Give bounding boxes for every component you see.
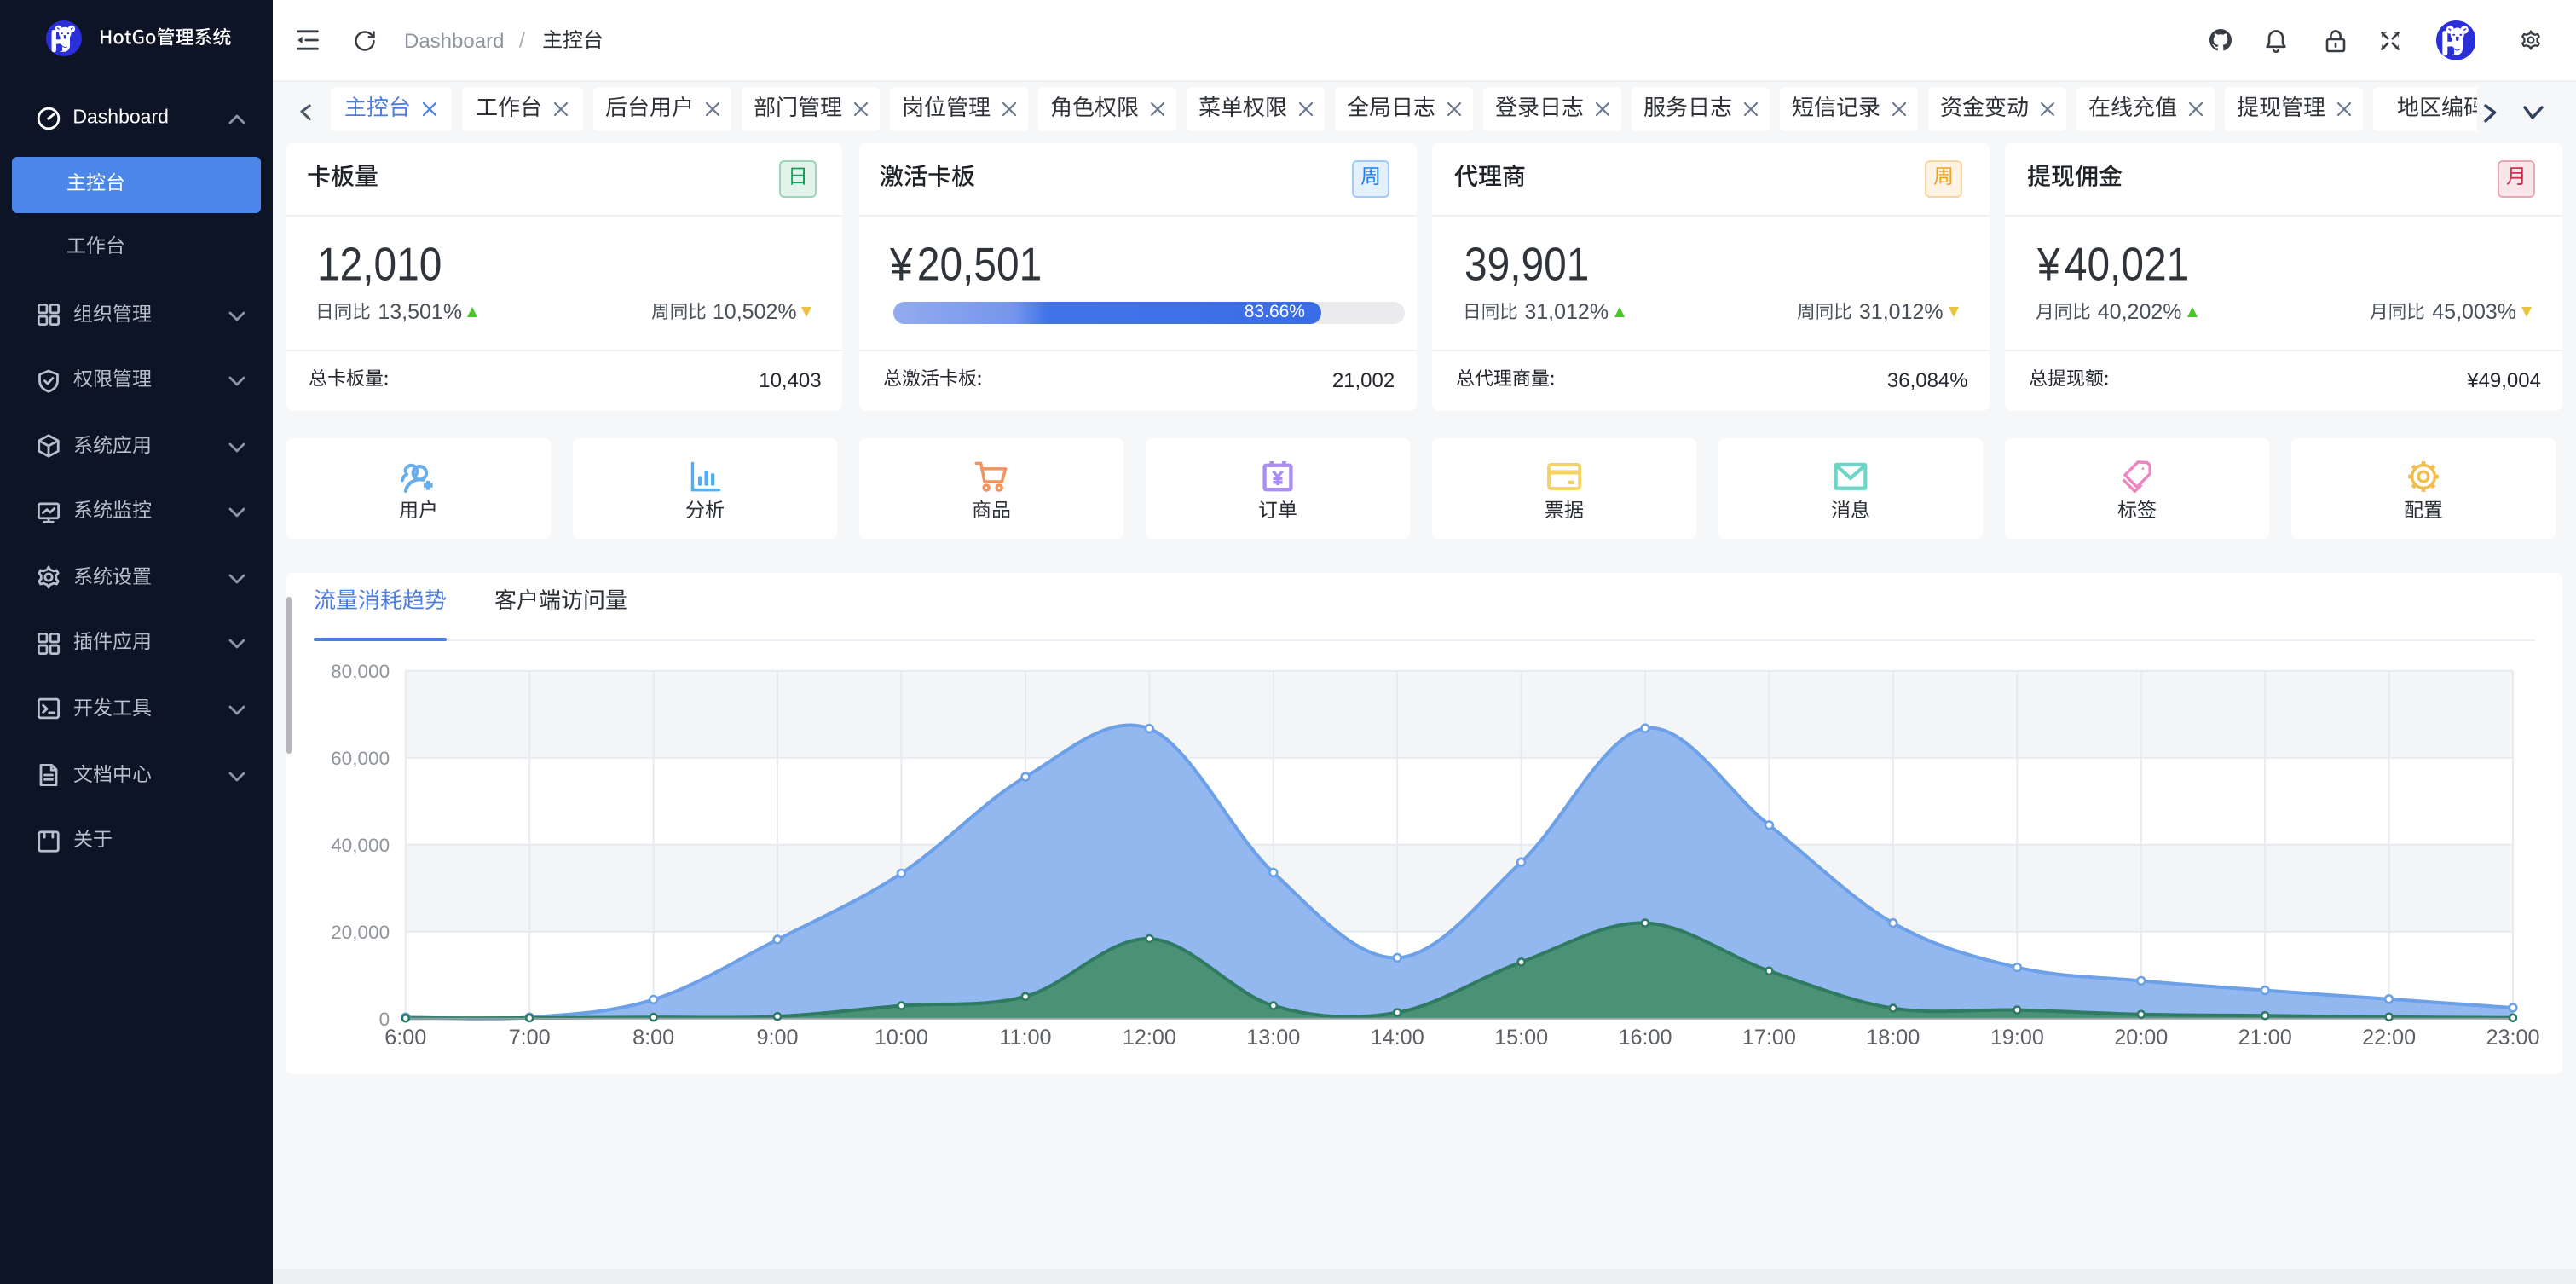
svg-text:12:00: 12:00 bbox=[1123, 1026, 1176, 1050]
svg-text:8:00: 8:00 bbox=[632, 1026, 674, 1050]
svg-text:11:00: 11:00 bbox=[999, 1026, 1051, 1050]
svg-text:40,000: 40,000 bbox=[331, 835, 390, 856]
svg-text:9:00: 9:00 bbox=[756, 1026, 798, 1050]
svg-text:6:00: 6:00 bbox=[384, 1026, 426, 1050]
svg-text:7:00: 7:00 bbox=[509, 1026, 551, 1050]
svg-text:80,000: 80,000 bbox=[331, 661, 390, 682]
svg-text:20:00: 20:00 bbox=[2114, 1026, 2168, 1050]
svg-text:20,000: 20,000 bbox=[331, 922, 390, 943]
svg-text:17:00: 17:00 bbox=[1742, 1026, 1796, 1050]
svg-text:22:00: 22:00 bbox=[2362, 1026, 2416, 1050]
svg-text:15:00: 15:00 bbox=[1494, 1026, 1548, 1050]
svg-text:10:00: 10:00 bbox=[875, 1026, 928, 1050]
svg-text:16:00: 16:00 bbox=[1618, 1026, 1672, 1050]
svg-text:14:00: 14:00 bbox=[1371, 1026, 1424, 1050]
svg-text:21:00: 21:00 bbox=[2238, 1026, 2292, 1050]
svg-text:18:00: 18:00 bbox=[1866, 1026, 1920, 1050]
svg-text:23:00: 23:00 bbox=[2486, 1026, 2539, 1050]
svg-text:19:00: 19:00 bbox=[1990, 1026, 2044, 1050]
svg-text:60,000: 60,000 bbox=[331, 748, 390, 769]
svg-text:13:00: 13:00 bbox=[1246, 1026, 1300, 1050]
